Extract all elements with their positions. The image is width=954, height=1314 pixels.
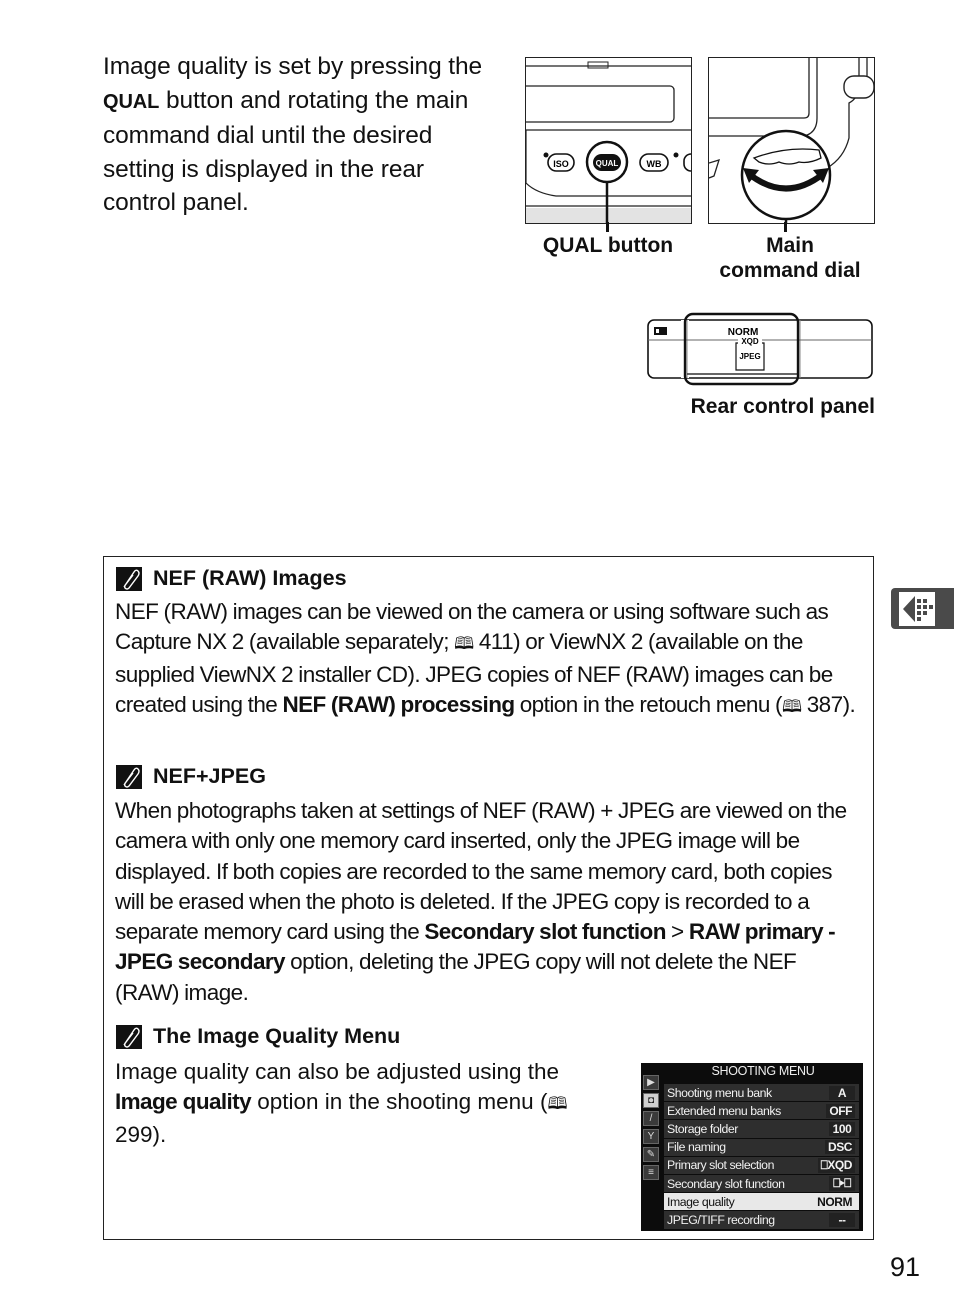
menu-item-image-quality[interactable]: Image quality NORM bbox=[664, 1193, 859, 1211]
qual-button-illustration: ISO QUAL WB bbox=[525, 57, 692, 224]
note-body-nef-raw: NEF (RAW) images can be viewed on the ca… bbox=[115, 599, 856, 717]
retouch-icon[interactable]: ✎ bbox=[643, 1147, 659, 1162]
qual-button-glyph: QUAL bbox=[596, 159, 619, 168]
qual-button-label: QUAL button bbox=[542, 234, 674, 257]
note-title: NEF+JPEG bbox=[153, 764, 266, 788]
book-icon: 🕮 bbox=[781, 696, 802, 716]
section-tab[interactable] bbox=[891, 588, 954, 629]
page-ref[interactable]: 411 bbox=[479, 629, 514, 654]
note-heading-nef-raw: NEF (RAW) Images bbox=[116, 566, 347, 591]
nef-processing-emphasis: NEF (RAW) processing bbox=[282, 691, 515, 717]
menu-item-secondary-slot-function[interactable]: Secondary slot function ⎕▸⎕ bbox=[664, 1174, 859, 1193]
wrench-icon[interactable]: Y bbox=[643, 1129, 659, 1144]
menu-item-shooting-menu-bank[interactable]: Shooting menu bank A bbox=[664, 1084, 859, 1102]
main-dial-label-line1: Main bbox=[766, 234, 814, 257]
image-quality-emphasis: Image quality bbox=[115, 1089, 252, 1115]
camera-icon[interactable]: ◘ bbox=[643, 1093, 659, 1108]
qual-emphasis: QUAL bbox=[103, 90, 160, 113]
menu-item-jpeg-tiff-recording[interactable]: JPEG/TIFF recording -- bbox=[664, 1211, 859, 1229]
paperclip-icon bbox=[116, 1024, 142, 1049]
rear-control-panel-illustration: NORM XQD JPEG bbox=[645, 312, 875, 387]
main-dial-illustration bbox=[708, 57, 875, 224]
note-body-nef-jpeg: When photographs taken at settings of NE… bbox=[115, 798, 847, 1005]
image-recording-icon bbox=[899, 592, 935, 626]
note-title: NEF (RAW) Images bbox=[153, 566, 347, 590]
note-body-image-quality-menu: Image quality can also be adjusted using… bbox=[115, 1059, 568, 1147]
page-ref[interactable]: 387 bbox=[807, 692, 843, 717]
rear-panel-label: Rear control panel bbox=[690, 395, 875, 418]
pencil-icon[interactable]: / bbox=[643, 1111, 659, 1126]
intro-text: Image quality is set by pressing the bbox=[103, 53, 483, 80]
note-heading-image-quality-menu: The Image Quality Menu bbox=[116, 1024, 400, 1049]
wb-button-label: WB bbox=[647, 159, 662, 169]
paperclip-icon bbox=[116, 764, 142, 789]
note-heading-nef-jpeg: NEF+JPEG bbox=[116, 764, 266, 789]
xqd-indicator: XQD bbox=[741, 337, 759, 346]
dial-leader-line bbox=[784, 222, 787, 232]
paperclip-icon bbox=[116, 566, 142, 591]
menu-item-primary-slot-selection[interactable]: Primary slot selection ⎕XQD bbox=[664, 1156, 859, 1174]
jpeg-indicator: JPEG bbox=[739, 352, 760, 361]
book-icon: 🕮 bbox=[547, 1094, 568, 1114]
menu-title: SHOOTING MENU bbox=[711, 1064, 815, 1078]
page-number: 91 bbox=[889, 1252, 920, 1282]
shooting-menu-screenshot: SHOOTING MENU ▶ ◘ / Y ✎ ≡ Shooting menu … bbox=[641, 1063, 863, 1231]
menu-rows: Shooting menu bank A Extended menu banks O… bbox=[664, 1084, 859, 1230]
qual-leader-line bbox=[606, 222, 609, 232]
book-icon: 🕮 bbox=[454, 634, 474, 654]
menu-item-extended-menu-banks[interactable]: Extended menu banks OFF bbox=[664, 1102, 859, 1120]
main-dial-label-line2: command dial bbox=[719, 259, 861, 282]
iso-button-label: ISO bbox=[553, 159, 569, 169]
playback-icon[interactable]: ▶ bbox=[643, 1075, 659, 1090]
intro-paragraph: Image quality is set by pressing the QUA… bbox=[103, 50, 503, 220]
menu-side-tabs: ▶ ◘ / Y ✎ ≡ bbox=[643, 1075, 661, 1183]
menu-item-file-naming[interactable]: File naming DSC bbox=[664, 1138, 859, 1156]
my-menu-icon[interactable]: ≡ bbox=[643, 1165, 659, 1180]
secondary-slot-emphasis: Secondary slot function bbox=[424, 919, 666, 945]
note-title: The Image Quality Menu bbox=[153, 1024, 401, 1048]
menu-item-storage-folder[interactable]: Storage folder 100 bbox=[664, 1120, 859, 1138]
main-dial-label: Main command dial bbox=[700, 233, 880, 283]
page-ref[interactable]: 299 bbox=[115, 1122, 153, 1147]
